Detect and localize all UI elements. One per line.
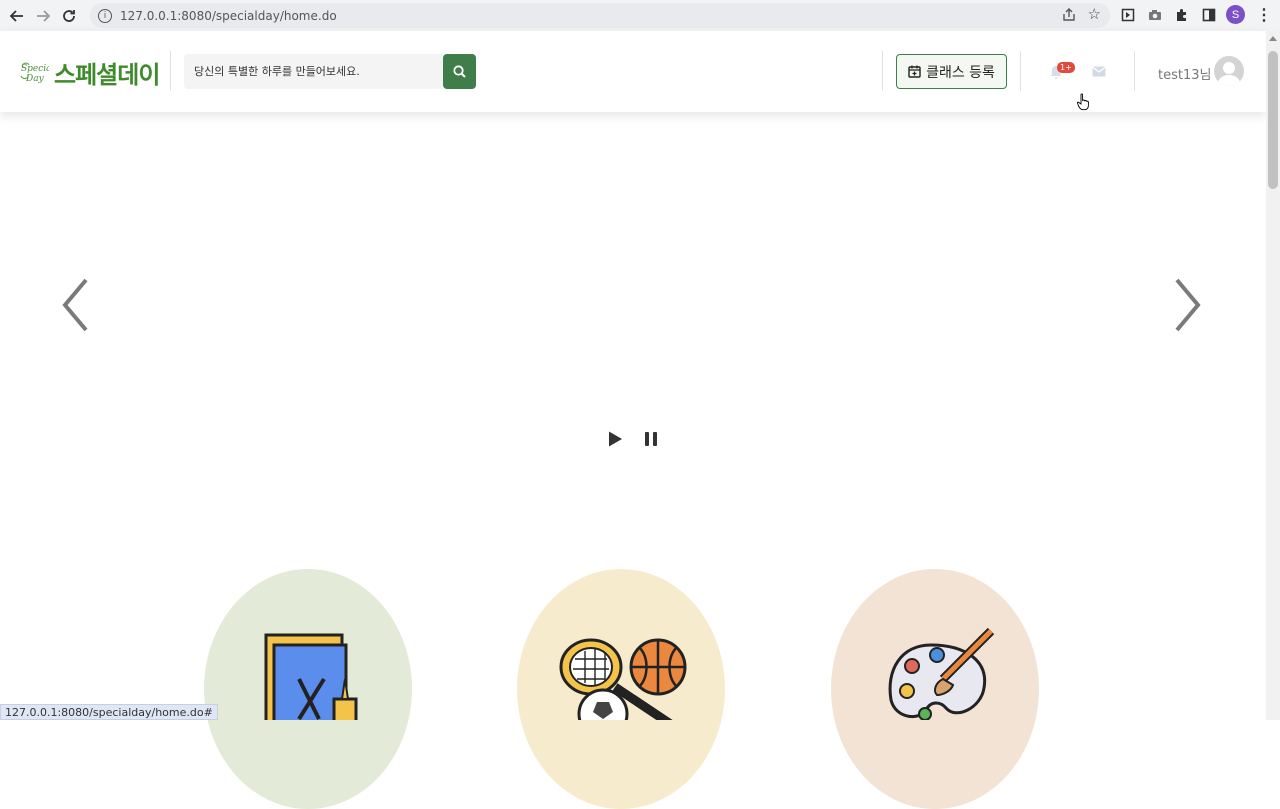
hand-cursor-icon: [1077, 93, 1089, 111]
chevron-right-icon: [1175, 278, 1201, 332]
search-input[interactable]: [184, 54, 443, 89]
play-icon[interactable]: [606, 430, 624, 448]
class-register-label: 클래스 등록: [926, 64, 995, 81]
mail-icon[interactable]: [1092, 66, 1106, 77]
header-divider: [1020, 51, 1021, 91]
extensions-puzzle-icon[interactable]: [1173, 6, 1191, 24]
search-icon: [453, 65, 466, 78]
extension-media-icon[interactable]: [1119, 6, 1137, 24]
search-button[interactable]: [443, 54, 476, 89]
page-scrollbar[interactable]: [1266, 31, 1280, 720]
address-url: 127.0.0.1:8080/specialday/home.do: [120, 8, 337, 23]
user-name[interactable]: test13님: [1158, 64, 1211, 83]
class-register-button[interactable]: 클래스 등록: [896, 54, 1007, 89]
header-divider: [882, 51, 883, 91]
carousel-prev-button[interactable]: [55, 275, 95, 335]
reload-icon[interactable]: [56, 3, 82, 29]
browser-menu-icon[interactable]: ⋮: [1256, 5, 1272, 25]
status-bar-url: 127.0.0.1:8080/specialday/home.do#: [0, 704, 218, 720]
chevron-left-icon: [62, 278, 88, 332]
site-logo[interactable]: Special Day 스페셜데이: [17, 55, 160, 90]
user-avatar[interactable]: [1214, 56, 1244, 86]
category-sports[interactable]: [517, 569, 725, 809]
art-palette-icon: [888, 627, 995, 720]
carousel-next-button[interactable]: [1168, 275, 1208, 335]
logo-mark: Special Day: [17, 58, 55, 88]
site-info-icon[interactable]: i: [98, 8, 112, 23]
back-icon[interactable]: [4, 3, 30, 29]
forward-icon[interactable]: [30, 3, 56, 29]
side-panel-icon[interactable]: [1200, 6, 1218, 24]
craft-icon: [264, 633, 358, 720]
sports-icon: [559, 638, 687, 720]
category-craft[interactable]: [204, 569, 412, 809]
profile-avatar[interactable]: S: [1226, 5, 1245, 24]
bookmark-star-icon[interactable]: ☆: [1088, 5, 1101, 23]
logo-text: 스페셜데이: [54, 61, 160, 89]
address-bar[interactable]: i 127.0.0.1:8080/specialday/home.do ☆: [90, 3, 1110, 28]
search-box: [184, 54, 476, 89]
scroll-up-icon[interactable]: [1269, 36, 1277, 41]
calendar-plus-icon: [908, 65, 921, 78]
category-art[interactable]: [831, 569, 1039, 809]
browser-toolbar: i 127.0.0.1:8080/specialday/home.do ☆ S …: [0, 0, 1280, 31]
share-icon[interactable]: [1062, 8, 1076, 22]
svg-text:Special: Special: [21, 64, 49, 74]
pause-icon[interactable]: [643, 430, 659, 448]
notification-badge: 1+: [1057, 62, 1075, 73]
header-divider: [170, 51, 171, 91]
scrollbar-thumb[interactable]: [1268, 51, 1278, 189]
extension-camera-icon[interactable]: [1146, 6, 1164, 24]
svg-text:Day: Day: [25, 74, 45, 84]
header-divider: [1134, 51, 1135, 91]
